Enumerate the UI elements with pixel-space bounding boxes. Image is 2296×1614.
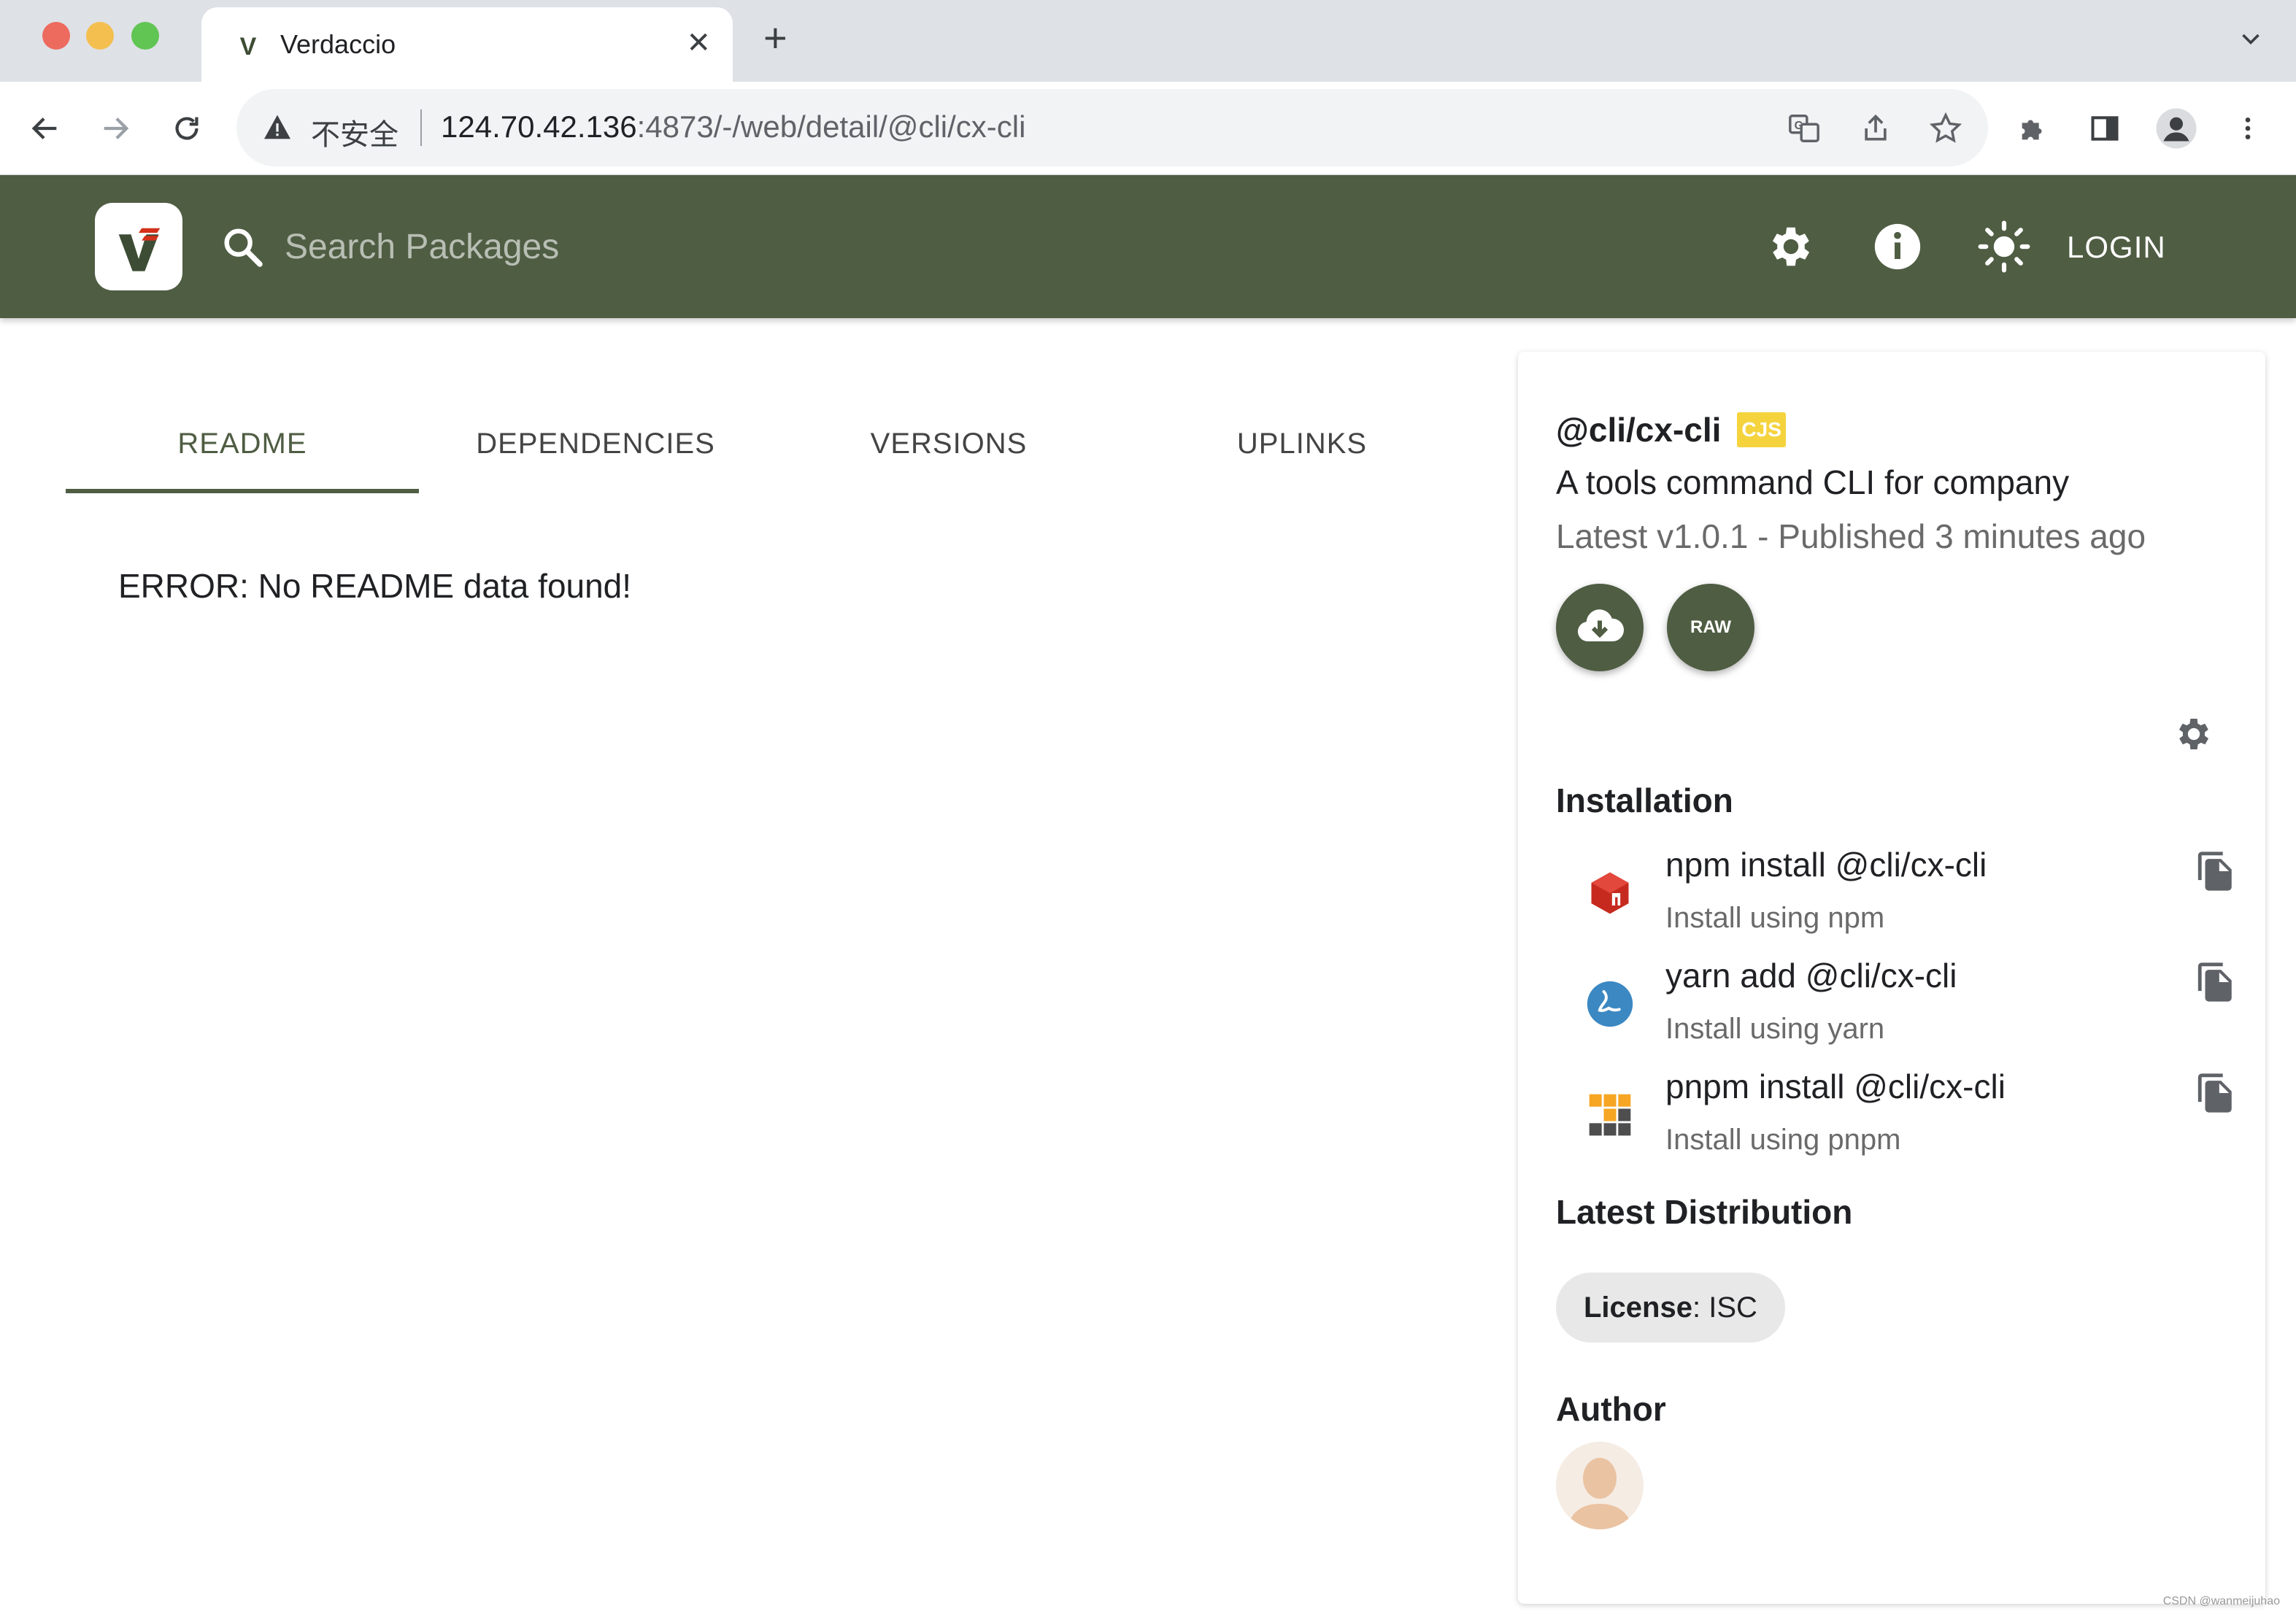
tab-versions[interactable]: VERSIONS <box>772 394 1125 493</box>
install-subtitle-yarn: Install using yarn <box>1665 1013 1885 1045</box>
latest-distribution-title: Latest Distribution <box>1556 1193 1853 1231</box>
license-chip: License: ISC <box>1556 1273 1785 1343</box>
window-minimize-button[interactable] <box>86 22 114 50</box>
security-status[interactable]: 不安全 <box>311 111 398 153</box>
package-sidebar: @cli/cx-cli CJS A tools command CLI for … <box>1518 352 2265 1604</box>
browser-tab-title: Verdaccio <box>280 29 396 59</box>
window-close-button[interactable] <box>42 22 70 50</box>
tab-dependencies[interactable]: DEPENDENCIES <box>419 394 772 493</box>
install-row-pnpm: pnpm install @cli/cx-cli Install using p… <box>1556 1062 2242 1172</box>
search-icon <box>219 223 266 274</box>
tab-search-chevron-icon[interactable] <box>2238 26 2264 56</box>
browser-tab-active[interactable]: V Verdaccio ✕ <box>201 7 733 82</box>
tab-close-icon[interactable]: ✕ <box>686 26 711 60</box>
theme-sun-icon[interactable] <box>1976 219 2032 274</box>
window-zoom-button[interactable] <box>131 22 159 50</box>
install-command-yarn: yarn add @cli/cx-cli <box>1665 957 1957 995</box>
svg-text:G: G <box>1795 120 1803 132</box>
readme-error-message: ERROR: No README data found! <box>118 567 632 605</box>
install-command-npm: npm install @cli/cx-cli <box>1665 846 1987 884</box>
package-tabs: README DEPENDENCIES VERSIONS UPLINKS <box>66 394 1482 493</box>
forward-arrow-icon[interactable] <box>93 107 137 150</box>
extensions-puzzle-icon[interactable] <box>2011 107 2055 150</box>
app-header: LOGIN <box>0 175 2296 318</box>
package-latest-version: Latest v1.0.1 - Published 3 minutes ago <box>1556 517 2146 555</box>
raw-manifest-button[interactable]: RAW <box>1667 584 1754 671</box>
verdaccio-logo[interactable] <box>95 203 182 290</box>
install-subtitle-npm: Install using npm <box>1665 902 1885 934</box>
package-name: @cli/cx-cli <box>1556 411 1722 449</box>
tab-versions-label: VERSIONS <box>870 427 1028 460</box>
package-description: A tools command CLI for company <box>1556 463 2070 501</box>
watermark: CSDN @wanmeijuhao <box>2162 1595 2280 1607</box>
info-icon[interactable] <box>1870 219 1925 274</box>
raw-button-label: RAW <box>1690 617 1731 637</box>
back-arrow-icon[interactable] <box>23 107 67 150</box>
copy-pnpm-command-icon[interactable] <box>2192 1070 2239 1116</box>
tab-uplinks[interactable]: UPLINKS <box>1125 394 1479 493</box>
install-row-npm: npm install @cli/cx-cli Install using np… <box>1556 841 2242 950</box>
address-separator <box>420 109 422 146</box>
package-settings-gear-icon[interactable] <box>2173 714 2214 758</box>
reload-icon[interactable] <box>165 107 209 150</box>
login-button[interactable]: LOGIN <box>2067 222 2166 273</box>
settings-gear-icon[interactable] <box>1763 219 1819 274</box>
url-text[interactable]: 124.70.42.136:4873/-/web/detail/@cli/cx-… <box>441 109 1025 144</box>
install-subtitle-pnpm: Install using pnpm <box>1665 1124 1901 1156</box>
package-title-row: @cli/cx-cli CJS <box>1556 410 1786 449</box>
active-tab-indicator <box>66 489 419 493</box>
tab-readme[interactable]: README <box>66 394 419 493</box>
installation-title: Installation <box>1556 781 1733 819</box>
browser-toolbar: 不安全 124.70.42.136:4873/-/web/detail/@cli… <box>0 82 2296 175</box>
bookmark-star-icon[interactable] <box>1928 111 1963 146</box>
install-command-pnpm: pnpm install @cli/cx-cli <box>1665 1067 2006 1105</box>
module-type-badge: CJS <box>1737 412 1786 447</box>
author-avatar[interactable] <box>1556 1442 1644 1529</box>
npm-icon <box>1585 868 1635 918</box>
browser-menu-icon[interactable] <box>2226 107 2270 150</box>
url-path: :4873/-/web/detail/@cli/cx-cli <box>636 109 1026 144</box>
author-title: Author <box>1556 1390 1666 1428</box>
yarn-icon <box>1585 979 1635 1029</box>
url-host: 124.70.42.136 <box>441 109 637 144</box>
side-panel-icon[interactable] <box>2083 107 2127 150</box>
address-bar[interactable]: 不安全 124.70.42.136:4873/-/web/detail/@cli… <box>236 89 1988 166</box>
copy-npm-command-icon[interactable] <box>2192 848 2239 895</box>
license-label: License <box>1584 1291 1692 1324</box>
new-tab-icon[interactable]: + <box>763 18 787 58</box>
browser-tabstrip: V Verdaccio ✕ + <box>0 0 2296 82</box>
download-tarball-button[interactable] <box>1556 584 1644 671</box>
tab-dependencies-label: DEPENDENCIES <box>476 427 715 460</box>
license-colon: : <box>1692 1291 1709 1324</box>
pnpm-icon <box>1585 1090 1635 1140</box>
verdaccio-favicon-icon: V <box>239 32 257 61</box>
license-value: ISC <box>1708 1291 1757 1324</box>
tab-readme-label: README <box>177 427 307 460</box>
share-icon[interactable] <box>1858 111 1893 146</box>
tab-uplinks-label: UPLINKS <box>1236 427 1368 460</box>
install-row-yarn: yarn add @cli/cx-cli Install using yarn <box>1556 951 2242 1061</box>
translate-icon[interactable]: G <box>1787 111 1822 146</box>
warning-icon[interactable] <box>263 114 292 144</box>
copy-yarn-command-icon[interactable] <box>2192 959 2239 1005</box>
search-packages-input[interactable] <box>285 217 941 276</box>
profile-avatar-icon[interactable] <box>2154 107 2198 150</box>
cloud-download-icon <box>1573 600 1626 656</box>
